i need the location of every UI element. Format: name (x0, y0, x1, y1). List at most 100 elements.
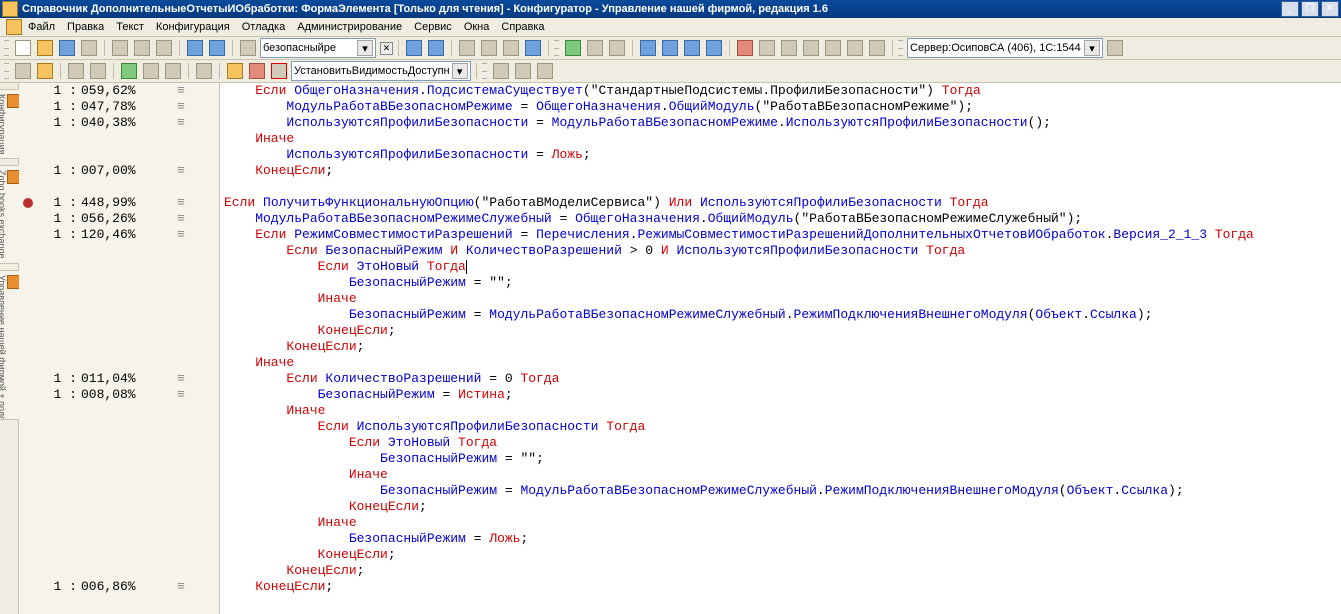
breakpoint-margin[interactable] (19, 179, 37, 195)
breakpoint-margin[interactable] (19, 99, 37, 115)
close-button[interactable]: ✕ (1321, 1, 1339, 17)
save-icon[interactable] (57, 38, 77, 58)
breakpoint-margin[interactable] (19, 243, 37, 259)
code-line[interactable]: БезопасныйРежим = МодульРаботаВБезопасно… (224, 483, 1341, 499)
step-cursor-icon[interactable] (704, 38, 724, 58)
code-line[interactable]: Если РежимСовместимостиРазрешений = Пере… (224, 227, 1341, 243)
breakpoint-margin[interactable] (19, 323, 37, 339)
breakpoint-margin[interactable] (19, 131, 37, 147)
restore-button[interactable]: ❐ (1301, 1, 1319, 17)
target-icon[interactable] (247, 61, 267, 81)
breakpoint-margin[interactable] (19, 147, 37, 163)
breakpoint-margin[interactable] (19, 275, 37, 291)
code-line[interactable]: МодульРаботаВБезопасномРежимеСлужебный =… (224, 211, 1341, 227)
grip-icon[interactable] (898, 40, 903, 56)
nav-fwd-icon[interactable] (426, 38, 446, 58)
breakpoint-margin[interactable] (19, 515, 37, 531)
form-icon[interactable] (13, 61, 33, 81)
breakpoint-margin[interactable] (19, 563, 37, 579)
code-line[interactable]: БезопасныйРежим = ""; (224, 275, 1341, 291)
breakpoint-toggle-icon[interactable] (757, 38, 777, 58)
code-line[interactable]: КонецЕсли; (224, 323, 1341, 339)
menu-debug[interactable]: Отладка (242, 21, 285, 33)
breakpoint-margin[interactable] (19, 387, 37, 403)
new-icon[interactable] (13, 38, 33, 58)
menu-service[interactable]: Сервис (414, 21, 452, 33)
immediate-icon[interactable] (845, 38, 865, 58)
menu-config[interactable]: Конфигурация (156, 21, 230, 33)
code-line[interactable]: Если ИспользуютсяПрофилиБезопасности Тог… (224, 419, 1341, 435)
breakpoint-margin[interactable] (19, 195, 37, 211)
code-line[interactable]: Если ЭтоНовый Тогда (224, 259, 1341, 275)
clear-search-icon[interactable]: ✕ (380, 42, 393, 55)
code-line[interactable]: Если КоличествоРазрешений = 0 Тогда (224, 371, 1341, 387)
step-over-icon[interactable] (660, 38, 680, 58)
server-combo[interactable]: Сервер:ОсиповСА (406), 1С:1544 ▾ (907, 38, 1103, 58)
breakpoint-margin[interactable] (19, 83, 37, 99)
redo-icon[interactable] (207, 38, 227, 58)
code-line[interactable]: БезопасныйРежим = МодульРаботаВБезопасно… (224, 307, 1341, 323)
breakpoint-margin[interactable] (19, 467, 37, 483)
grip-icon[interactable] (482, 63, 487, 79)
code-line[interactable] (224, 179, 1341, 195)
lock-icon[interactable] (225, 61, 245, 81)
page-icon[interactable] (66, 61, 86, 81)
breakpoint-margin[interactable] (19, 307, 37, 323)
code-line[interactable]: КонецЕсли; (224, 547, 1341, 563)
code-line[interactable]: КонецЕсли; (224, 563, 1341, 579)
breakpoint-margin[interactable] (19, 115, 37, 131)
breakpoint-margin[interactable] (19, 371, 37, 387)
cut-icon[interactable] (110, 38, 130, 58)
undo-icon[interactable] (185, 38, 205, 58)
grip-icon[interactable] (554, 40, 559, 56)
code-line[interactable]: ИспользуютсяПрофилиБезопасности = Модуль… (224, 115, 1341, 131)
chevron-down-icon[interactable]: ▾ (452, 63, 468, 79)
breakpoint-margin[interactable] (19, 259, 37, 275)
menu-help[interactable]: Справка (501, 21, 544, 33)
breakpoint-margin[interactable] (19, 211, 37, 227)
code-editor[interactable]: Если ОбщегоНазначения.ПодсистемаСуществу… (220, 83, 1341, 614)
breakpoints-list-icon[interactable] (779, 38, 799, 58)
copy-icon[interactable] (132, 38, 152, 58)
breakpoint-margin[interactable] (19, 531, 37, 547)
code-line[interactable]: БезопасныйРежим = Истина; (224, 387, 1341, 403)
code-line[interactable]: КонецЕсли; (224, 339, 1341, 355)
breakpoint-margin[interactable] (19, 339, 37, 355)
nav-back-icon[interactable] (404, 38, 424, 58)
breakpoint-icon[interactable] (735, 38, 755, 58)
calc-icon[interactable] (457, 38, 477, 58)
code-line[interactable]: Если БезопасныйРежим И КоличествоРазреше… (224, 243, 1341, 259)
code-line[interactable]: Иначе (224, 403, 1341, 419)
breakpoint-margin[interactable] (19, 163, 37, 179)
print-icon[interactable] (79, 38, 99, 58)
delete-icon[interactable] (163, 61, 183, 81)
code-line[interactable]: Иначе (224, 467, 1341, 483)
search-combo[interactable]: безопасныйре ▾ (260, 38, 376, 58)
grip-icon[interactable] (4, 63, 9, 79)
code-line[interactable]: КонецЕсли; (224, 499, 1341, 515)
code-line[interactable]: БезопасныйРежим = Ложь; (224, 531, 1341, 547)
props-icon[interactable] (141, 61, 161, 81)
calendar-icon[interactable] (479, 38, 499, 58)
chevron-down-icon[interactable]: ▾ (1084, 40, 1100, 56)
debug-stop-icon[interactable] (607, 38, 627, 58)
breakpoint-margin[interactable] (19, 451, 37, 467)
copy-form-icon[interactable] (88, 61, 108, 81)
breakpoint-margin[interactable] (19, 355, 37, 371)
code-line[interactable]: Если ПолучитьФункциональнуюОпцию("Работа… (224, 195, 1341, 211)
method-combo[interactable]: УстановитьВидимостьДоступн ▾ (291, 61, 471, 81)
syntax-icon[interactable] (501, 38, 521, 58)
breakpoint-margin[interactable] (19, 403, 37, 419)
code-line[interactable]: Иначе (224, 355, 1341, 371)
menu-windows[interactable]: Окна (464, 21, 490, 33)
step-into-icon[interactable] (638, 38, 658, 58)
paste-icon[interactable] (154, 38, 174, 58)
module-icon[interactable] (35, 61, 55, 81)
code-line[interactable]: БезопасныйРежим = ""; (224, 451, 1341, 467)
breakpoint-margin[interactable] (19, 291, 37, 307)
breakpoint-margin[interactable] (19, 435, 37, 451)
breakpoint-margin[interactable] (19, 419, 37, 435)
add-icon[interactable] (119, 61, 139, 81)
minimize-button[interactable]: _ (1281, 1, 1299, 17)
breakpoint-margin[interactable] (19, 579, 37, 595)
